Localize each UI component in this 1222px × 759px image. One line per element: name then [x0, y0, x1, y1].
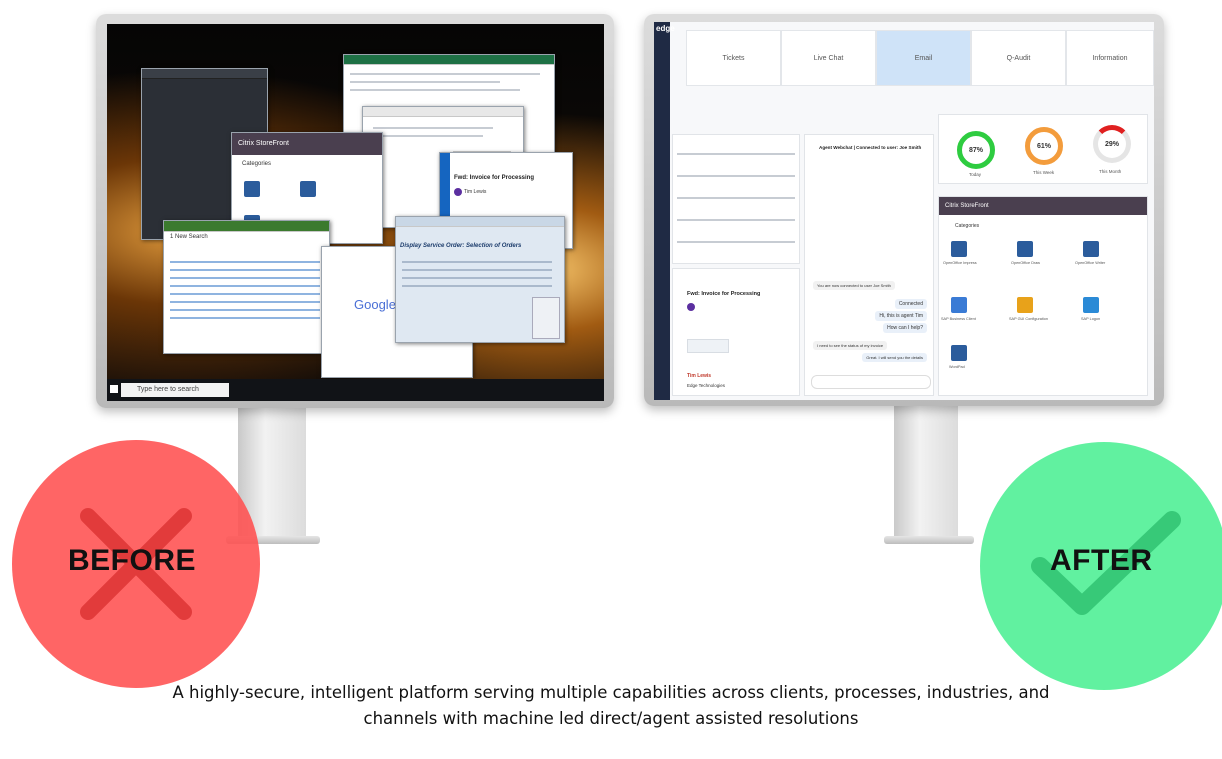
after-monitor: edge Tickets Live Chat Email Q-Audit Inf…	[644, 14, 1164, 406]
app-tile[interactable]	[300, 181, 316, 197]
email-signature-name: Tim Lewis	[687, 373, 712, 379]
taskbar: Type here to search	[107, 379, 604, 401]
agent-webchat-panel[interactable]: Agent Webchat | Connected to user: Joe S…	[804, 134, 934, 396]
before-storefront-title: Citrix StoreFront	[238, 140, 289, 147]
app-tile[interactable]	[1017, 297, 1033, 313]
chat-message: Great. I will send you the details	[862, 353, 927, 362]
windows-start-icon[interactable]	[110, 385, 118, 393]
app-tile[interactable]	[951, 297, 967, 313]
new-search-window[interactable]: 1 New Search	[163, 220, 330, 354]
chat-message: You are now connected to user Joe Smith	[813, 281, 895, 290]
app-tile[interactable]	[951, 241, 967, 257]
after-email-subject: Fwd: Invoice for Processing	[687, 291, 761, 297]
after-monitor-base	[884, 536, 974, 544]
app-label: OpenOffice Draw	[1011, 261, 1041, 265]
chat-header: Agent Webchat | Connected to user: Joe S…	[819, 145, 922, 150]
email-signature-company: Edge Technologies	[687, 383, 725, 388]
app-tile[interactable]	[951, 345, 967, 361]
tab-information[interactable]: Information	[1066, 30, 1154, 86]
app-label: OpenOffice Impress	[943, 261, 977, 265]
tab-row: Tickets Live Chat Email Q-Audit Informat…	[676, 30, 1154, 86]
gauge-this-month: 29%	[1093, 125, 1131, 163]
sap-window[interactable]: Display Service Order: Selection of Orde…	[395, 216, 565, 343]
after-storefront-categories[interactable]: Categories	[955, 223, 979, 229]
app-nav-strip	[654, 22, 670, 400]
app-label: SAP GUI Configuration	[1009, 317, 1048, 321]
after-storefront-title: Citrix StoreFront	[945, 203, 989, 209]
app-label: SAP Logon	[1081, 317, 1101, 321]
app-label: OpenOffice Writer	[1075, 261, 1106, 265]
chat-message: I need to see the status of my invoice	[813, 341, 888, 350]
app-tile[interactable]	[1083, 241, 1099, 257]
calculator-panel[interactable]	[532, 297, 560, 339]
gauges-panel: 87% Today 61% This Week 29% This Month	[938, 114, 1148, 184]
app-label: SAP Business Client	[941, 317, 976, 321]
ticket-list-panel[interactable]	[672, 134, 800, 264]
app-label: WordPad	[949, 365, 965, 369]
chat-message: How can I help?	[883, 323, 927, 333]
chat-message: Connected	[894, 299, 927, 309]
taskbar-search-box[interactable]: Type here to search	[121, 383, 229, 397]
gauge-this-week-label: This Week	[1033, 170, 1055, 175]
before-email-sender: Tim Lewis	[464, 189, 487, 195]
before-label: BEFORE	[68, 544, 197, 577]
after-label: AFTER	[1050, 544, 1153, 577]
tab-live-chat[interactable]: Live Chat	[781, 30, 876, 86]
attachment-icon[interactable]	[687, 339, 729, 353]
search-window-title: 1 New Search	[170, 234, 208, 240]
app-tile[interactable]	[244, 181, 260, 197]
app-tile[interactable]	[1017, 241, 1033, 257]
after-storefront-panel[interactable]: Citrix StoreFront Categories OpenOffice …	[938, 196, 1148, 396]
tab-q-audit[interactable]: Q-Audit	[971, 30, 1066, 86]
gauge-this-week: 61%	[1025, 127, 1063, 165]
chat-input[interactable]	[811, 375, 931, 389]
gauge-today: 87%	[957, 131, 995, 169]
after-monitor-stand	[894, 396, 958, 538]
sender-avatar	[454, 188, 462, 196]
app-logo: edge	[656, 24, 675, 33]
chat-message: Hi, this is agent Tim	[875, 311, 927, 321]
caption: A highly-secure, intelligent platform se…	[172, 683, 1050, 728]
gauge-today-label: Today	[969, 172, 982, 177]
google-logo: Google	[354, 297, 396, 312]
sap-title: Display Service Order: Selection of Orde…	[400, 243, 522, 249]
after-screen: edge Tickets Live Chat Email Q-Audit Inf…	[654, 22, 1154, 400]
sender-avatar	[687, 303, 695, 311]
email-panel[interactable]: Fwd: Invoice for Processing Tim Lewis Ed…	[672, 268, 800, 396]
before-storefront-categories[interactable]: Categories	[242, 161, 271, 167]
before-monitor: Citrix StoreFront Categories Fwd: Invoic…	[96, 14, 614, 408]
tab-tickets[interactable]: Tickets	[686, 30, 781, 86]
app-tile[interactable]	[1083, 297, 1099, 313]
tab-email[interactable]: Email	[876, 30, 971, 86]
before-screen: Citrix StoreFront Categories Fwd: Invoic…	[107, 24, 604, 401]
before-email-subject: Fwd: Invoice for Processing	[454, 175, 535, 181]
gauge-this-month-label: This Month	[1099, 169, 1122, 174]
